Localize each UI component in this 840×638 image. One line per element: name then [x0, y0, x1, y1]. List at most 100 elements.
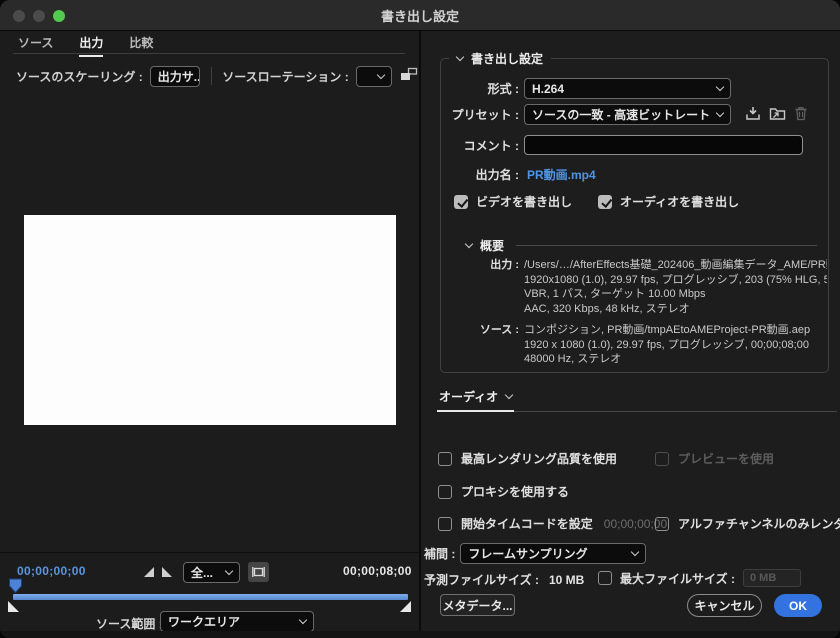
- start-timecode-checkbox[interactable]: [438, 517, 452, 531]
- proxies-row: プロキシを使用する: [438, 483, 569, 500]
- export-video-label: ビデオを書き出し: [476, 193, 572, 210]
- interpolation-select[interactable]: フレームサンプリング: [460, 543, 646, 564]
- max-size-group: 最大ファイルサイズ :: [598, 569, 801, 587]
- interpolation-row: 補間 : フレームサンプリング: [424, 543, 646, 564]
- control-divider: [211, 67, 212, 85]
- tab-audio[interactable]: オーディオ: [437, 388, 514, 412]
- estimated-size-value: 10 MB: [549, 573, 584, 587]
- comment-row: コメント :: [441, 135, 803, 155]
- output-summary-text: /Users/…/AfterEffects基礎_202406_動画編集データ_A…: [524, 258, 827, 316]
- preview-zoom-value: 全...: [191, 564, 213, 581]
- preset-label: プリセット :: [441, 106, 519, 123]
- comment-input[interactable]: [524, 135, 803, 155]
- minimize-icon[interactable]: [33, 10, 45, 22]
- source-scaling-select[interactable]: 出力サ...: [150, 66, 200, 87]
- use-proxies-checkbox[interactable]: [438, 485, 452, 499]
- preview-zoom-select[interactable]: 全...: [183, 562, 240, 583]
- duration-timecode: 00;00;08;00: [343, 564, 412, 578]
- fit-icon: [252, 566, 265, 578]
- max-size-label: 最大ファイルサイズ :: [620, 570, 735, 587]
- estimated-size-row: 予測ファイルサイズ : 10 MB: [424, 571, 584, 588]
- chevron-down-icon: [456, 53, 464, 61]
- summary-header[interactable]: 概要: [466, 237, 817, 254]
- titlebar: 書き出し設定: [0, 0, 840, 31]
- chevron-down-icon: [631, 548, 639, 556]
- export-settings-dialog: 書き出し設定 ソース 出力 比較 ソースのスケーリング : 出力サ... ソース…: [0, 0, 840, 638]
- source-range-value: ワークエリア: [168, 613, 240, 630]
- export-settings-group: 書き出し設定 形式 : H.264 プリセット : ソースの一致 - 高速ビット…: [440, 58, 829, 373]
- window-bottom-edge: [0, 631, 840, 638]
- preview-frame: [24, 215, 396, 425]
- preset-actions: [745, 106, 808, 124]
- export-toggles: ビデオを書き出し オーディオを書き出し: [454, 193, 739, 210]
- current-timecode[interactable]: 00;00;00;00: [17, 564, 86, 578]
- timeline-scrubber[interactable]: [13, 594, 408, 600]
- audio-tab-divider: [514, 411, 837, 412]
- start-timecode-row: 開始タイムコードを設定 00;00;00;00 アルファチャンネルのみレンダリン: [438, 515, 667, 532]
- save-preset-icon[interactable]: [745, 106, 761, 124]
- output-name-label: 出力名 :: [441, 166, 519, 183]
- use-previews-checkbox: [655, 452, 669, 466]
- chevron-down-icon: [716, 83, 724, 91]
- chevron-down-icon: [377, 70, 385, 78]
- set-in-icon[interactable]: [143, 566, 155, 581]
- summary-divider: [516, 245, 817, 246]
- preset-value: ソースの一致 - 高速ビットレート: [532, 106, 710, 123]
- use-proxies-label: プロキシを使用する: [461, 483, 569, 500]
- range-end-handle[interactable]: [400, 601, 412, 615]
- format-label: 形式 :: [441, 80, 519, 97]
- interpolation-label: 補間 :: [424, 545, 455, 562]
- preview-panel: ソース 出力 比較 ソースのスケーリング : 出力サ... ソースローテーション…: [0, 31, 419, 638]
- zoom-icon[interactable]: [53, 10, 65, 22]
- source-scaling-value: 出力サ...: [158, 68, 200, 85]
- chevron-down-icon: [505, 391, 513, 399]
- format-value: H.264: [532, 82, 564, 96]
- source-controls: ソースのスケーリング : 出力サ... ソースローテーション :: [16, 64, 418, 88]
- use-previews-group: プレビューを使用: [655, 450, 774, 467]
- export-video-checkbox[interactable]: [454, 195, 468, 209]
- set-out-icon[interactable]: [161, 566, 173, 581]
- format-row: 形式 : H.264: [441, 78, 731, 99]
- cancel-button[interactable]: キャンセル: [687, 594, 762, 617]
- preset-row: プリセット : ソースの一致 - 高速ビットレート: [441, 104, 808, 125]
- fit-button[interactable]: [248, 562, 269, 582]
- export-audio-label: オーディオを書き出し: [620, 193, 739, 210]
- format-select[interactable]: H.264: [524, 78, 731, 99]
- page-title: 書き出し設定: [381, 6, 459, 25]
- export-audio-checkbox[interactable]: [598, 195, 612, 209]
- chevron-down-icon: [716, 109, 724, 117]
- interpolation-value: フレームサンプリング: [468, 545, 587, 562]
- export-settings-header[interactable]: 書き出し設定: [449, 50, 551, 67]
- max-quality-checkbox[interactable]: [438, 452, 452, 466]
- source-summary-label: ソース :: [441, 323, 519, 367]
- source-summary-text: コンポジション, PR動画/tmpAEtoAMEProject-PR動画.aep…: [524, 323, 827, 367]
- source-range-label: ソース範囲 :: [96, 615, 163, 632]
- chevron-down-icon: [465, 240, 473, 248]
- max-size-checkbox[interactable]: [598, 571, 612, 585]
- alpha-only-checkbox[interactable]: [655, 517, 669, 531]
- audio-section: オーディオ: [437, 388, 837, 412]
- audio-tab-label: オーディオ: [439, 388, 498, 405]
- summary-title: 概要: [480, 237, 504, 254]
- metadata-button[interactable]: メタデータ...: [440, 594, 515, 616]
- source-range-select[interactable]: ワークエリア: [160, 611, 314, 632]
- source-scaling-label: ソースのスケーリング :: [16, 68, 143, 85]
- transport-divider: [0, 552, 419, 553]
- import-preset-icon[interactable]: [769, 106, 786, 124]
- alpha-only-label: アルファチャンネルのみレンダリン: [678, 515, 840, 532]
- use-previews-label: プレビューを使用: [678, 450, 774, 467]
- source-rotation-select[interactable]: [356, 66, 392, 87]
- export-settings-title: 書き出し設定: [471, 50, 543, 67]
- source-rotation-label: ソースローテーション :: [222, 68, 349, 85]
- start-timecode-label: 開始タイムコードを設定: [461, 515, 593, 532]
- chevron-down-icon: [225, 567, 233, 575]
- ok-button[interactable]: OK: [774, 594, 822, 617]
- tabs-divider: [13, 53, 405, 54]
- output-summary-label: 出力 :: [441, 258, 519, 316]
- window-controls: [13, 10, 65, 22]
- range-start-handle[interactable]: [7, 601, 19, 615]
- preset-select[interactable]: ソースの一致 - 高速ビットレート: [524, 104, 731, 125]
- close-icon[interactable]: [13, 10, 25, 22]
- delete-preset-icon: [794, 106, 808, 124]
- output-name-link[interactable]: PR動画.mp4: [527, 166, 596, 183]
